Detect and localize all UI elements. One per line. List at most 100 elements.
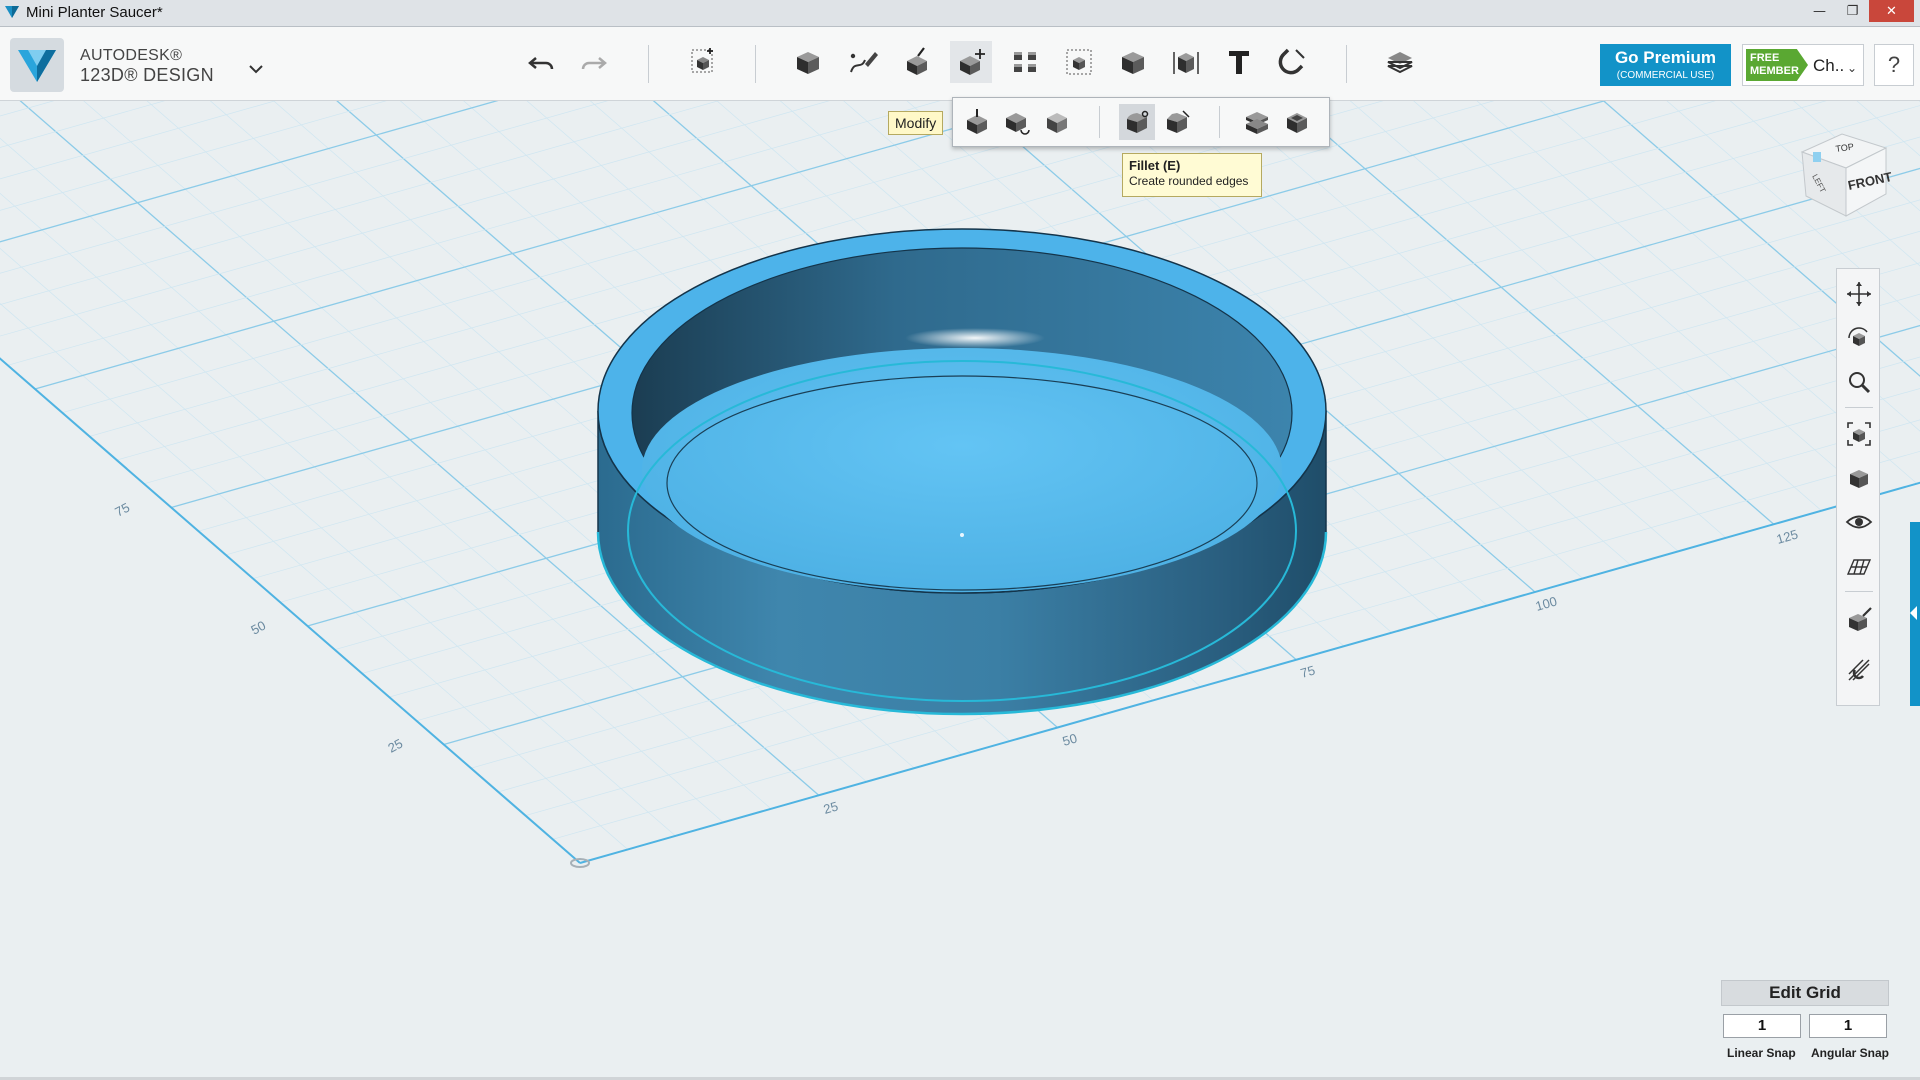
- chamfer-icon: [1167, 110, 1190, 133]
- material-view-button[interactable]: [1842, 603, 1876, 637]
- grid-icon: [1846, 559, 1872, 575]
- primitives-button[interactable]: [787, 41, 829, 83]
- grid-label-left-25: 25: [385, 736, 405, 756]
- chamfer-button[interactable]: [1159, 104, 1195, 140]
- fit-button[interactable]: [1842, 417, 1876, 451]
- press-pull-button[interactable]: [959, 104, 995, 140]
- text-icon: [1229, 51, 1249, 74]
- tweak-icon: [1006, 113, 1030, 135]
- zoom-button[interactable]: [1842, 365, 1876, 399]
- grouping-button[interactable]: [1058, 41, 1100, 83]
- scene-canvas[interactable]: 75 50 25 25 50 75 100 125: [0, 101, 1920, 1077]
- account-menu[interactable]: FREE MEMBER Ch.. ⌄: [1742, 44, 1864, 86]
- grid-label-right-25: 25: [822, 798, 840, 816]
- fillet-button[interactable]: [1119, 104, 1155, 140]
- primitives-icon: [797, 52, 819, 74]
- construct-button[interactable]: [896, 41, 938, 83]
- view-mode-icon: [1850, 470, 1868, 488]
- close-button[interactable]: ✕: [1869, 0, 1914, 22]
- shell-icon: [1287, 113, 1307, 133]
- linear-snap-input[interactable]: 1: [1723, 1014, 1801, 1038]
- app-menu-chevron-down-icon[interactable]: [246, 61, 266, 77]
- redo-button[interactable]: [572, 41, 614, 83]
- premium-label: Go Premium: [1614, 48, 1717, 67]
- grid-label-right-50: 50: [1061, 730, 1079, 748]
- toolbar-separator: [1346, 45, 1347, 83]
- free-member-badge: FREE MEMBER: [1746, 49, 1808, 81]
- maximize-button[interactable]: ❐: [1836, 0, 1869, 22]
- transform-icon: [691, 48, 713, 73]
- go-premium-button[interactable]: Go Premium (COMMERCIAL USE): [1600, 44, 1731, 86]
- combine-button[interactable]: [1112, 41, 1154, 83]
- fillet-highlight: [905, 328, 1045, 348]
- orbit-button[interactable]: [1842, 321, 1876, 355]
- edit-grid-button[interactable]: Edit Grid: [1721, 980, 1889, 1006]
- view-cube[interactable]: TOP LEFT FRONT: [1794, 124, 1894, 224]
- collapse-arrow-icon: [1910, 606, 1917, 620]
- premium-sublabel: (COMMERCIAL USE): [1616, 70, 1715, 81]
- minimize-button[interactable]: —: [1803, 0, 1836, 22]
- flyout-separator: [1219, 106, 1220, 138]
- grid-button[interactable]: [1842, 549, 1876, 583]
- help-button[interactable]: ?: [1874, 44, 1914, 86]
- undo-button[interactable]: [521, 41, 563, 83]
- brand-line1: AUTODESK®: [80, 47, 183, 64]
- window-title: Mini Planter Saucer*: [26, 4, 163, 21]
- app-logo[interactable]: [10, 38, 64, 92]
- grouping-icon: [1066, 49, 1092, 75]
- zoom-icon: [1849, 372, 1871, 394]
- text-button[interactable]: [1218, 41, 1260, 83]
- angular-snap-input[interactable]: 1: [1809, 1014, 1887, 1038]
- tooltip-description: Create rounded edges: [1129, 174, 1249, 188]
- title-bar: Mini Planter Saucer* — ❐ ✕: [0, 0, 1920, 27]
- measure-icon: [1173, 52, 1199, 74]
- nav-separator: [1845, 407, 1873, 408]
- main-toolbar: AUTODESK® 123D® DESIGN Go Premium (COMME…: [0, 27, 1920, 101]
- pattern-icon: [1014, 52, 1036, 72]
- snap-view-icon: [1848, 659, 1870, 681]
- snap-icon: [1278, 48, 1305, 75]
- grid-label-right-75: 75: [1299, 662, 1317, 680]
- toolbar-separator: [648, 45, 649, 83]
- construct-icon: [907, 47, 927, 75]
- visibility-button[interactable]: [1842, 505, 1876, 539]
- badge-line2: MEMBER: [1750, 65, 1799, 77]
- modify-icon: [960, 49, 985, 75]
- brand-line2: 123D® DESIGN: [80, 65, 214, 85]
- snap-view-button[interactable]: [1842, 653, 1876, 687]
- shell-button[interactable]: [1279, 104, 1315, 140]
- redo-icon: [581, 57, 607, 70]
- navigation-bar: [1836, 268, 1880, 706]
- sketch-button[interactable]: [842, 41, 884, 83]
- center-point: [960, 533, 964, 537]
- chevron-down-icon: ⌄: [1847, 61, 1858, 75]
- linear-snap-label: Linear Snap: [1727, 1046, 1796, 1060]
- modify-button[interactable]: [950, 41, 992, 83]
- window-controls: — ❐ ✕: [1803, 0, 1914, 22]
- split-face-button[interactable]: [1039, 104, 1075, 140]
- split-solid-button[interactable]: [1239, 104, 1275, 140]
- snap-button[interactable]: [1271, 41, 1313, 83]
- badge-line1: FREE: [1750, 52, 1780, 64]
- material-view-icon: [1849, 607, 1872, 631]
- saucer-floor: [642, 348, 1282, 592]
- grid-label-left-75: 75: [112, 500, 132, 520]
- toolbar-separator: [755, 45, 756, 83]
- grid-label-right-125: 125: [1775, 526, 1800, 546]
- material-button[interactable]: [1379, 41, 1421, 83]
- 3d-viewport[interactable]: 75 50 25 25 50 75 100 125 TOP LEFT FRONT: [0, 101, 1920, 1077]
- pattern-button[interactable]: [1004, 41, 1046, 83]
- saucer-model[interactable]: [596, 228, 1328, 716]
- grid-label-left-50: 50: [248, 618, 268, 638]
- tweak-button[interactable]: [999, 104, 1035, 140]
- orbit-icon: [1848, 327, 1868, 346]
- angular-snap-label: Angular Snap: [1811, 1046, 1890, 1060]
- user-name: Ch..: [1813, 56, 1845, 75]
- undo-icon: [528, 57, 554, 70]
- nav-separator: [1845, 591, 1873, 592]
- measure-button[interactable]: [1165, 41, 1207, 83]
- view-mode-button[interactable]: [1842, 461, 1876, 495]
- pan-icon: [1847, 282, 1871, 306]
- transform-button[interactable]: [681, 41, 723, 83]
- pan-button[interactable]: [1842, 277, 1876, 311]
